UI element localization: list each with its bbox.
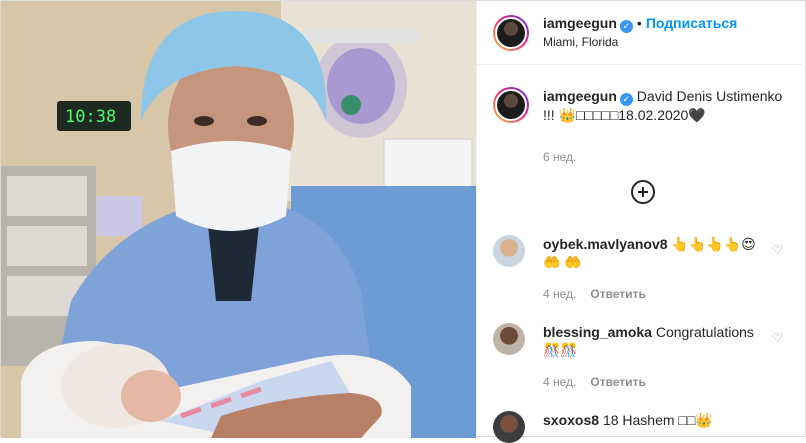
commenter-avatar[interactable] [493, 235, 525, 267]
comment-username[interactable]: oybek.mavlyanov8 [543, 236, 668, 252]
separator-dot: • [636, 15, 642, 31]
commenter-avatar[interactable] [493, 323, 525, 355]
comment-username[interactable]: sxoxos8 [543, 412, 599, 428]
caption-avatar[interactable] [493, 87, 529, 123]
comment-time[interactable]: 4 нед. [543, 287, 576, 301]
post-header: iamgeegun ✓ • Подписаться Miami, Florida [477, 1, 806, 65]
post-caption: iamgeegun ✓ David Denis Ustimenko !!! 👑□□… [477, 65, 806, 124]
verified-icon: ✓ [619, 93, 633, 106]
follow-button[interactable]: Подписаться [646, 15, 738, 31]
commenter-avatar[interactable] [493, 411, 525, 443]
verified-icon: ✓ [619, 20, 633, 33]
comment-item: sxoxos8 18 Hashem □□👑 [493, 411, 793, 443]
like-comment-icon[interactable]: ♡ [772, 331, 783, 345]
like-comment-icon[interactable]: ♡ [772, 243, 783, 257]
load-more-comments-icon[interactable] [631, 180, 655, 204]
reply-button[interactable]: Ответить [590, 287, 645, 301]
author-avatar[interactable] [493, 14, 529, 51]
comment-text: 18 Hashem □□👑 [602, 412, 713, 428]
comment-username[interactable]: blessing_amoka [543, 324, 652, 340]
instagram-post: 10:38 iamgeegun ✓ • Подписаться Miami, F… [0, 0, 806, 443]
post-time[interactable]: 6 нед. [543, 150, 806, 164]
comment-item: blessing_amoka Congratulations 🎊🎊 4 нед.… [493, 323, 793, 391]
post-location[interactable]: Miami, Florida [543, 33, 737, 51]
wall-clock-text: 10:38 [65, 107, 116, 127]
caption-username[interactable]: iamgeegun [543, 88, 617, 104]
author-username[interactable]: iamgeegun [543, 15, 617, 31]
comment-item: oybek.mavlyanov8 👆👆👆👆😍🤲 🤲 4 нед. Ответить… [493, 235, 793, 303]
reply-button[interactable]: Ответить [590, 375, 645, 389]
post-sidebar: iamgeegun ✓ • Подписаться Miami, Florida ia… [476, 1, 806, 443]
post-photo[interactable]: 10:38 [1, 1, 476, 438]
post-photo-illustration: 10:38 [1, 1, 476, 438]
comment-time[interactable]: 4 нед. [543, 375, 576, 389]
